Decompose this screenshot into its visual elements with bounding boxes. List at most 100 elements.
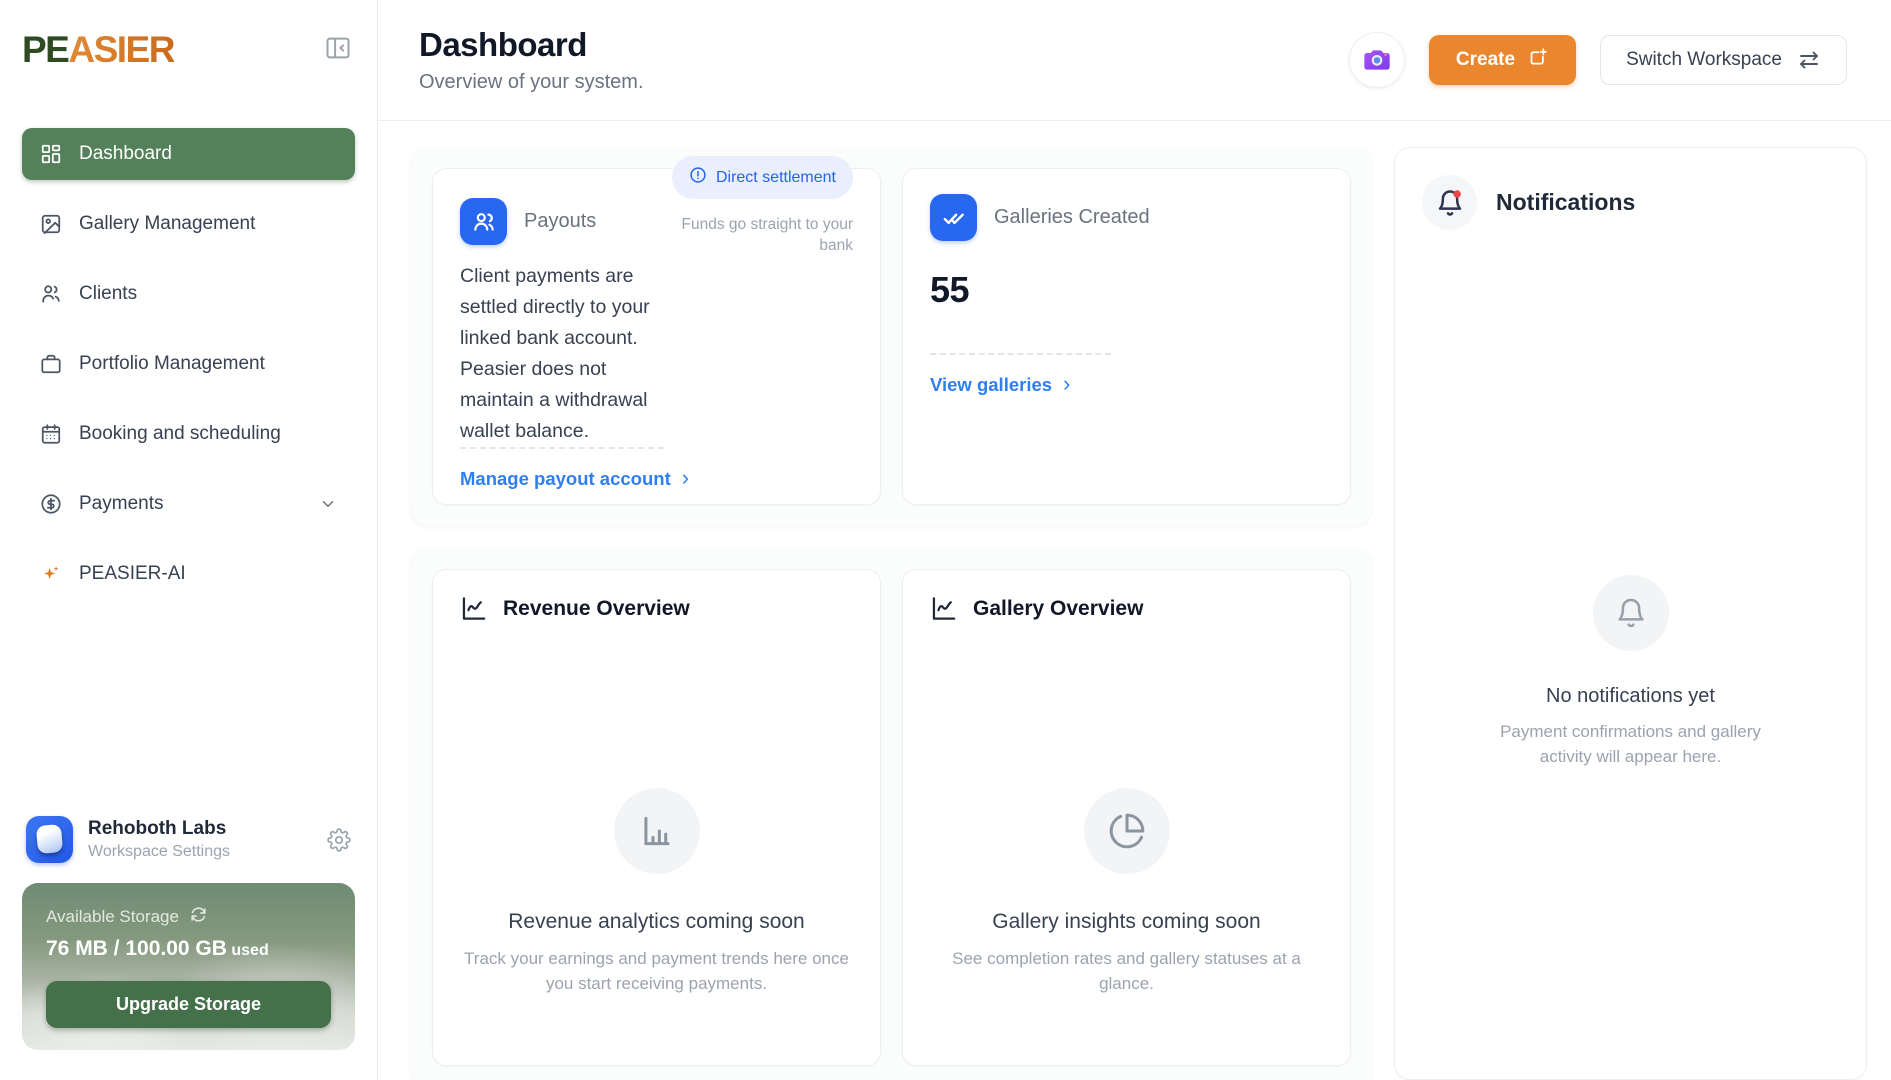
storage-used-suffix: used xyxy=(227,942,269,959)
sparkles-icon xyxy=(40,563,62,585)
switch-workspace-button[interactable]: Switch Workspace xyxy=(1600,35,1847,85)
briefcase-icon xyxy=(40,353,62,375)
collapse-sidebar-button[interactable] xyxy=(321,32,355,66)
sidebar-nav: Dashboard Gallery Management Clients Por… xyxy=(22,128,355,618)
gallery-overview-title: Gallery Overview xyxy=(973,597,1143,621)
payouts-card: Payouts Client payments are settled dire… xyxy=(432,168,881,505)
dashed-divider xyxy=(930,353,1111,355)
chevron-right-icon: › xyxy=(682,467,689,489)
avatar[interactable] xyxy=(1349,32,1405,88)
dollar-circle-icon xyxy=(40,493,62,515)
storage-label-row: Available Storage xyxy=(46,905,331,929)
workspace-logo xyxy=(26,816,73,863)
sidebar-item-label: Booking and scheduling xyxy=(79,423,281,445)
notifications-empty-body: Payment confirmations and gallery activi… xyxy=(1493,719,1768,769)
main-area: Dashboard Overview of your system. xyxy=(378,0,1891,1080)
revenue-empty-title: Revenue analytics coming soon xyxy=(508,910,805,934)
camera-icon xyxy=(1361,43,1393,78)
sidebar-item-gallery-management[interactable]: Gallery Management xyxy=(22,198,355,250)
create-button[interactable]: Create xyxy=(1429,35,1576,85)
galleries-count: 55 xyxy=(930,269,1323,311)
logo-orange-part: ASIER xyxy=(68,29,174,70)
chevron-right-icon: › xyxy=(1063,373,1070,395)
gallery-overview-card: Gallery Overview Gallery insights coming… xyxy=(902,569,1351,1066)
view-galleries-label: View galleries xyxy=(930,374,1052,396)
direct-settlement-badge: Direct settlement xyxy=(672,156,853,199)
page-title: Dashboard xyxy=(419,26,644,64)
sidebar-item-clients[interactable]: Clients xyxy=(22,268,355,320)
gear-icon[interactable] xyxy=(327,828,351,852)
manage-payout-label: Manage payout account xyxy=(460,468,671,490)
logo-row: PEASIER xyxy=(22,26,355,72)
payouts-right: Direct settlement Funds go straight to y… xyxy=(672,156,853,447)
upgrade-storage-button[interactable]: Upgrade Storage xyxy=(46,981,331,1028)
storage-card: Available Storage 76 MB / 100.00 GB used… xyxy=(22,883,355,1050)
logo-green-part: PE xyxy=(22,29,68,70)
sidebar-spacer xyxy=(22,618,355,816)
double-check-icon xyxy=(930,194,977,241)
dashboard-icon xyxy=(40,143,62,165)
app-window: PEASIER Dashboard Gallery Management xyxy=(0,0,1891,1080)
payout-users-icon xyxy=(460,198,507,245)
galleries-created-card: Galleries Created 55 View galleries › xyxy=(902,168,1351,505)
page-subtitle: Overview of your system. xyxy=(419,71,644,94)
sidebar-item-label: Payments xyxy=(79,493,163,515)
gallery-empty-body: See completion rates and gallery statuse… xyxy=(930,946,1323,996)
revenue-empty-state: Revenue analytics coming soon Track your… xyxy=(460,788,853,996)
chevron-down-icon xyxy=(319,495,337,513)
gallery-empty-title: Gallery insights coming soon xyxy=(992,910,1260,934)
payouts-body: Client payments are settled directly to … xyxy=(460,261,672,447)
info-icon xyxy=(689,166,707,189)
revenue-overview-card: Revenue Overview Revenue analytics comin… xyxy=(432,569,881,1066)
content: Payouts Client payments are settled dire… xyxy=(378,121,1891,1080)
sidebar-item-label: Gallery Management xyxy=(79,213,255,235)
notifications-header: Notifications xyxy=(1422,175,1839,230)
bell-icon xyxy=(1422,175,1477,230)
sidebar-item-payments[interactable]: Payments xyxy=(22,478,355,530)
dashed-divider xyxy=(460,447,664,449)
notifications-title: Notifications xyxy=(1496,189,1635,216)
payouts-title: Payouts xyxy=(524,210,596,233)
notifications-empty-state: No notifications yet Payment confirmatio… xyxy=(1422,575,1839,769)
sidebar-item-portfolio-management[interactable]: Portfolio Management xyxy=(22,338,355,390)
notifications-panel: Notifications No notifications yet Payme… xyxy=(1394,147,1867,1080)
pie-chart-icon xyxy=(1084,788,1170,874)
image-icon xyxy=(40,213,62,235)
notifications-empty-title: No notifications yet xyxy=(1546,685,1715,708)
page-header: Dashboard Overview of your system. xyxy=(378,0,1891,121)
workspace-row[interactable]: Rehoboth Labs Workspace Settings xyxy=(22,816,355,863)
header-actions: Create Switch Workspace xyxy=(1349,32,1847,88)
revenue-overview-title: Revenue Overview xyxy=(503,597,690,621)
sidebar-item-booking-scheduling[interactable]: Booking and scheduling xyxy=(22,408,355,460)
header-titles: Dashboard Overview of your system. xyxy=(419,26,644,94)
stats-group: Payouts Client payments are settled dire… xyxy=(411,147,1372,526)
peasier-logo: PEASIER xyxy=(22,31,174,68)
left-column: Payouts Client payments are settled dire… xyxy=(411,147,1372,1080)
line-chart-icon xyxy=(460,595,487,622)
revenue-empty-body: Track your earnings and payment trends h… xyxy=(460,946,853,996)
badge-label: Direct settlement xyxy=(716,169,836,187)
swap-arrows-icon xyxy=(1797,48,1821,72)
panel-collapse-icon xyxy=(324,34,352,65)
view-galleries-link[interactable]: View galleries › xyxy=(930,374,1323,396)
calendar-icon xyxy=(40,423,62,445)
refresh-icon[interactable] xyxy=(189,905,208,929)
sidebar-item-label: Dashboard xyxy=(79,143,172,165)
notification-dot xyxy=(1453,190,1461,198)
sidebar-item-peasier-ai[interactable]: PEASIER-AI xyxy=(22,548,355,600)
payouts-left: Payouts Client payments are settled dire… xyxy=(460,198,672,447)
workspace-text: Rehoboth Labs Workspace Settings xyxy=(88,818,230,861)
create-button-label: Create xyxy=(1456,49,1515,71)
sidebar-item-label: Portfolio Management xyxy=(79,353,265,375)
sidebar-item-label: PEASIER-AI xyxy=(79,563,186,585)
storage-usage-value: 76 MB / 100.00 GB xyxy=(46,937,227,960)
overview-group: Revenue Overview Revenue analytics comin… xyxy=(411,548,1372,1080)
storage-label: Available Storage xyxy=(46,907,179,927)
storage-usage: 76 MB / 100.00 GB used xyxy=(46,937,331,961)
sidebar-item-label: Clients xyxy=(79,283,137,305)
bell-outline-icon xyxy=(1593,575,1669,651)
export-icon xyxy=(1528,47,1549,74)
sidebar-item-dashboard[interactable]: Dashboard xyxy=(22,128,355,180)
manage-payout-link[interactable]: Manage payout account › xyxy=(460,468,853,490)
workspace-subtitle: Workspace Settings xyxy=(88,843,230,861)
